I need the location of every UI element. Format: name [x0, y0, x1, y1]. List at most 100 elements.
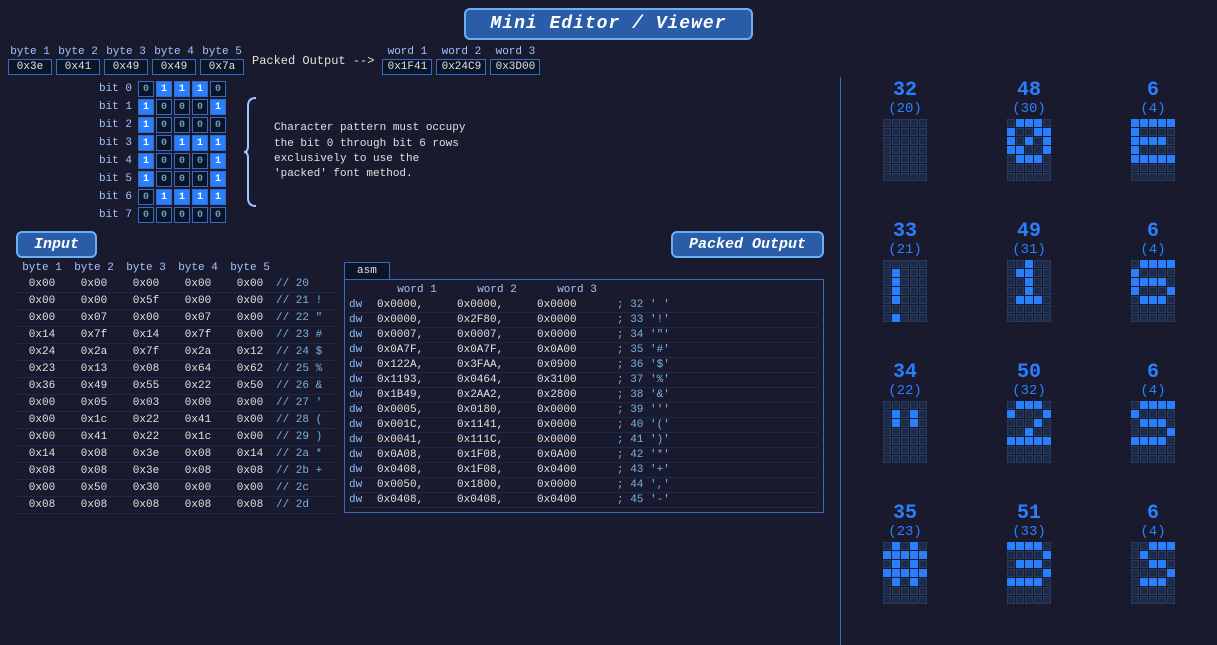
cb-cell-8-4-2: [1149, 437, 1157, 445]
cb-cell-7-5-1: [1016, 446, 1024, 454]
cb-cell-8-1-2: [1149, 410, 1157, 418]
bit-row-label-6: bit 6: [96, 191, 132, 203]
out-comment-13: ; 45 '-': [617, 494, 677, 506]
input-comment-6: // 26 &: [276, 380, 336, 392]
cb-cell-11-1-0: [1131, 551, 1139, 559]
bit-row-2: bit 210000: [96, 117, 226, 133]
char-bitmap-1: [1007, 119, 1051, 181]
input-comment-12: // 2c: [276, 482, 336, 494]
cb-cell-1-6-4: [1043, 173, 1051, 181]
cb-cell-10-6-2: [1025, 596, 1033, 604]
cb-cell-5-5-4: [1167, 305, 1175, 313]
char-sub-2: (4): [1140, 101, 1165, 117]
bit-cell-1-3: 0: [192, 99, 208, 115]
bit-row-4: bit 410001: [96, 153, 226, 169]
cb-cell-3-2-0: [883, 278, 891, 286]
cb-cell-3-5-1: [892, 305, 900, 313]
cb-cell-10-1-2: [1025, 551, 1033, 559]
cb-cell-5-1-0: [1131, 269, 1139, 277]
brace-icon: [242, 96, 258, 208]
cb-cell-5-2-3: [1158, 278, 1166, 286]
cb-cell-3-6-1: [892, 314, 900, 322]
cb-cell-4-4-2: [1025, 296, 1033, 304]
input-cell-0-4: 0x00: [224, 276, 276, 292]
annotation-text: Character pattern must occupy the bit 0 …: [274, 121, 474, 183]
out-w1-13: 0x0408,: [377, 494, 457, 506]
out-w2-5: 0x0464,: [457, 374, 537, 386]
cb-cell-10-3-0: [1007, 569, 1015, 577]
bit-cell-3-1: 0: [156, 135, 172, 151]
cb-cell-4-6-0: [1007, 314, 1015, 322]
cb-cell-8-3-1: [1140, 428, 1148, 436]
table-row: 0x230x130x080x640x62// 25 %: [16, 361, 336, 378]
cb-cell-1-2-2: [1025, 137, 1033, 145]
cb-cell-11-4-1: [1140, 578, 1148, 586]
table-row: 0x000x1c0x220x410x00// 28 (: [16, 412, 336, 429]
input-cell-2-4: 0x00: [224, 310, 276, 326]
cb-cell-2-5-0: [1131, 164, 1139, 172]
cb-cell-0-0-3: [910, 119, 918, 127]
cb-cell-7-6-1: [1016, 455, 1024, 463]
input-cell-0-2: 0x00: [120, 276, 172, 292]
section-labels-row: Input Packed Output: [8, 227, 832, 262]
cb-cell-5-2-2: [1149, 278, 1157, 286]
out-w3-3: 0x0A00: [537, 344, 617, 356]
cb-cell-9-0-3: [910, 542, 918, 550]
cb-cell-3-0-1: [892, 260, 900, 268]
byte5-label: byte 5: [200, 46, 244, 58]
table-row: 0x000x000x000x000x00// 20: [16, 276, 336, 293]
cb-cell-5-6-2: [1149, 314, 1157, 322]
input-cell-6-4: 0x50: [224, 378, 276, 394]
cb-cell-2-6-4: [1167, 173, 1175, 181]
input-comment-7: // 27 ': [276, 397, 336, 409]
char-number-4: 49: [1017, 222, 1041, 242]
cb-cell-11-5-0: [1131, 587, 1139, 595]
cb-cell-4-2-1: [1016, 278, 1024, 286]
out-w2-7: 0x0180,: [457, 404, 537, 416]
input-cell-3-0: 0x14: [16, 327, 68, 343]
cb-cell-1-1-4: [1043, 128, 1051, 136]
cb-cell-9-3-4: [919, 569, 927, 577]
asm-tab[interactable]: asm: [344, 262, 390, 279]
cb-cell-2-2-0: [1131, 137, 1139, 145]
char-preview-item: 35(23): [845, 504, 965, 641]
input-cell-10-0: 0x14: [16, 446, 68, 462]
input-cell-6-0: 0x36: [16, 378, 68, 394]
table-row: 0x000x050x030x000x00// 27 ': [16, 395, 336, 412]
out-w3-5: 0x3100: [537, 374, 617, 386]
word1-label: word 1: [382, 46, 432, 58]
input-data-table: 0x000x000x000x000x00// 200x000x000x5f0x0…: [16, 276, 336, 514]
out-w3-7: 0x0000: [537, 404, 617, 416]
cb-cell-2-1-1: [1140, 128, 1148, 136]
cb-cell-2-1-3: [1158, 128, 1166, 136]
cb-cell-3-3-3: [910, 287, 918, 295]
byte4-value: 0x49: [152, 59, 196, 75]
cb-cell-6-3-1: [892, 428, 900, 436]
cb-cell-8-0-3: [1158, 401, 1166, 409]
cb-cell-5-4-2: [1149, 296, 1157, 304]
input-cell-4-3: 0x2a: [172, 344, 224, 360]
input-cell-6-2: 0x55: [120, 378, 172, 394]
cb-cell-0-0-0: [883, 119, 891, 127]
cb-cell-6-5-0: [883, 446, 891, 454]
cb-cell-3-5-0: [883, 305, 891, 313]
char-bitmap-4: [1007, 260, 1051, 322]
input-col-comment: [276, 262, 328, 274]
cb-cell-2-5-3: [1158, 164, 1166, 172]
cb-cell-3-1-2: [901, 269, 909, 277]
char-preview-item: 51(33): [969, 504, 1089, 641]
cb-cell-11-0-1: [1140, 542, 1148, 550]
cb-cell-3-0-3: [910, 260, 918, 268]
input-cell-7-3: 0x00: [172, 395, 224, 411]
output-table-body: dw0x0000,0x0000,0x0000; 32 ' 'dw0x0000,0…: [349, 298, 819, 508]
cb-cell-6-3-3: [910, 428, 918, 436]
output-col-w2: word 2: [457, 284, 537, 296]
cb-cell-10-0-1: [1016, 542, 1024, 550]
cb-cell-7-3-3: [1034, 428, 1042, 436]
cb-cell-7-3-0: [1007, 428, 1015, 436]
table-row: 0x240x2a0x7f0x2a0x12// 24 $: [16, 344, 336, 361]
cb-cell-9-3-1: [892, 569, 900, 577]
cb-cell-11-2-2: [1149, 560, 1157, 568]
cb-cell-10-5-1: [1016, 587, 1024, 595]
cb-cell-3-6-0: [883, 314, 891, 322]
